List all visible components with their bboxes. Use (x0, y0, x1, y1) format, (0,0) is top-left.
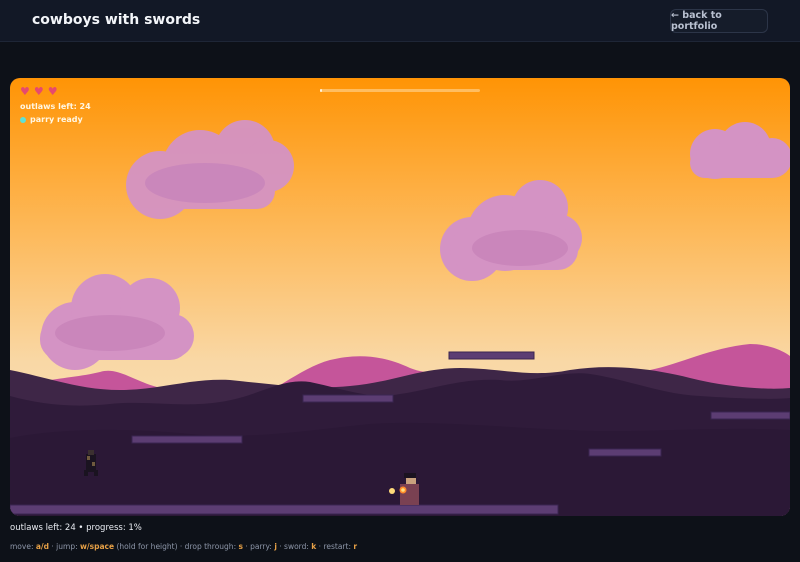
control-label: · sword: (276, 542, 312, 551)
control-note: (hold for height) (114, 542, 178, 551)
control-label: · parry: (242, 542, 275, 551)
platform (588, 448, 662, 457)
level-progress-bar (320, 89, 480, 92)
heart-icon: ♥ (47, 84, 58, 98)
controls-help: move: a/d · jump: w/space (hold for heig… (10, 542, 357, 551)
heart-icon: ♥ (33, 84, 44, 98)
control-label: · jump: (49, 542, 80, 551)
parry-indicator-icon (20, 116, 26, 123)
back-to-portfolio-button[interactable]: ← back to portfolio (670, 9, 768, 33)
top-bar: cowboys with swords ← back to portfolio (0, 0, 800, 42)
game-scene (10, 78, 790, 516)
game-canvas[interactable]: ♥ ♥ ♥ outlaws left: 24 parry ready (10, 78, 790, 516)
control-label: · drop through: (177, 542, 239, 551)
parry-status: parry ready (20, 115, 91, 124)
cloud (145, 163, 265, 203)
platform (448, 351, 535, 360)
level-progress-fill (320, 89, 322, 92)
bullet (389, 488, 395, 494)
health-hearts: ♥ ♥ ♥ (20, 84, 91, 98)
platform (131, 435, 243, 444)
control-key: a/d (35, 542, 50, 551)
ground-platform (10, 504, 559, 515)
site-title: cowboys with swords (32, 12, 201, 28)
cloud (472, 230, 568, 266)
control-label: · restart: (316, 542, 354, 551)
heart-icon: ♥ (20, 84, 30, 98)
status-line: outlaws left: 24 • progress: 1% (10, 523, 142, 533)
platform (710, 411, 790, 420)
hud: ♥ ♥ ♥ outlaws left: 24 parry ready (20, 84, 91, 124)
cloud (55, 315, 165, 351)
parry-label: parry ready (30, 115, 83, 124)
control-label: move: (10, 542, 36, 551)
platform (302, 394, 394, 403)
outlaws-left-label: outlaws left: 24 (20, 102, 91, 111)
control-key: r (353, 542, 358, 551)
control-key: w/space (80, 542, 115, 551)
